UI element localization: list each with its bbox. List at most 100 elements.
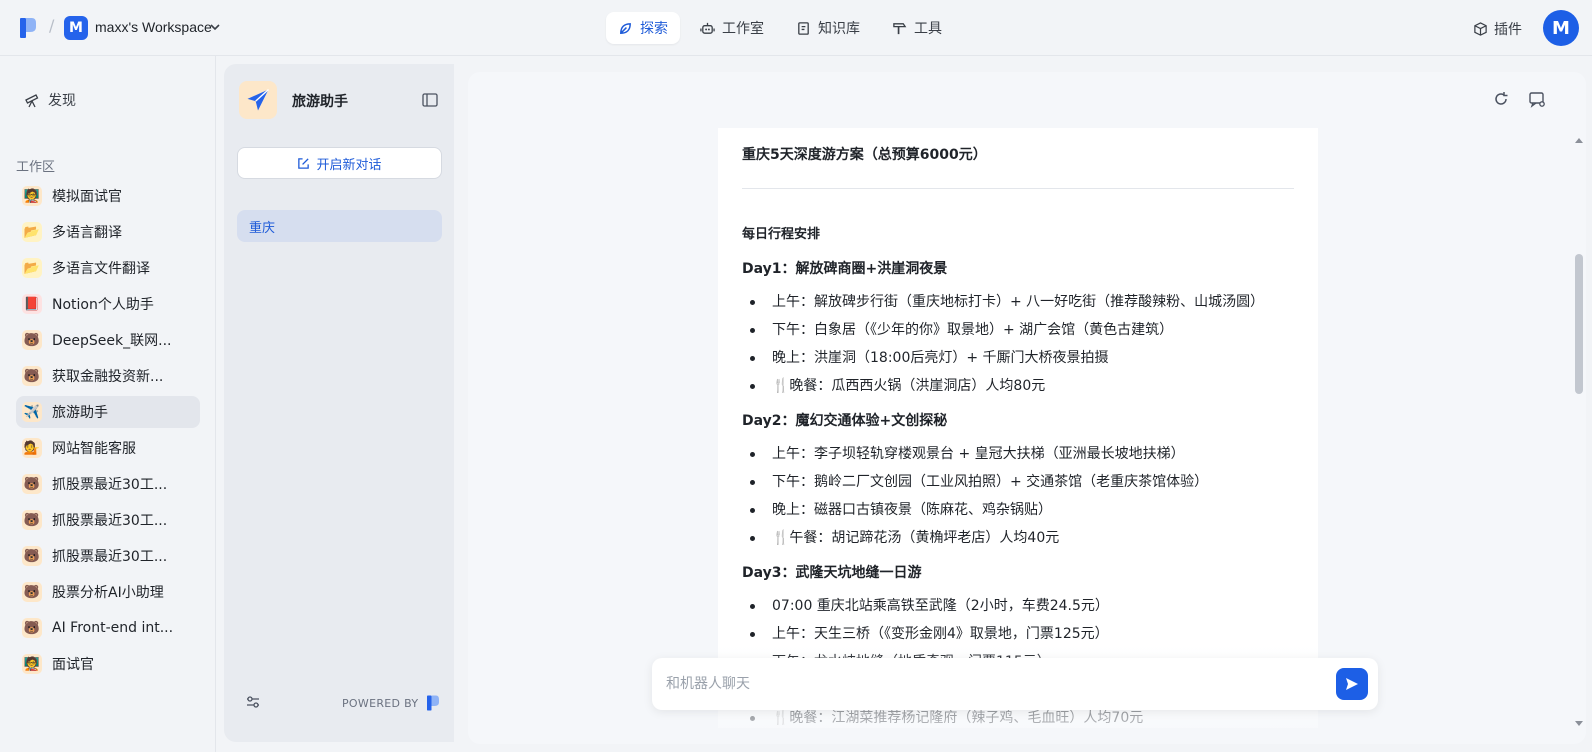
tab-tools[interactable]: 工具 — [880, 12, 954, 44]
app-icon: ✈️ — [22, 402, 42, 422]
refresh-icon[interactable] — [1492, 90, 1510, 108]
main-nav: 探索 工作室 知识库 工具 — [606, 12, 954, 44]
sidebar-item[interactable]: 📂 多语言翻译 — [16, 216, 200, 248]
app-icon: 🐻 — [22, 618, 42, 638]
leaf-icon — [620, 22, 631, 34]
tab-studio[interactable]: 工作室 — [688, 12, 776, 44]
scroll-thumb[interactable] — [1575, 254, 1583, 394]
chat-settings-icon[interactable] — [1528, 90, 1546, 108]
workspace-name[interactable]: maxx's Workspace — [95, 19, 212, 35]
itinerary-item: 🍴午餐：胡记蹄花汤（黄桷坪老店）人均40元 — [742, 524, 1294, 552]
itinerary-item: 🍴晚餐：瓜西西火锅（洪崖洞店）人均80元 — [742, 372, 1294, 400]
discover-link[interactable]: 发现 — [24, 90, 76, 110]
left-sidebar: 发现 工作区 🧑‍🏫 模拟面试官 📂 多语言翻译 📂 多语言文件翻译 📕 Notion个人助手… — [0, 56, 216, 752]
top-bar: / M maxx's Workspace 探索 工作室 知识库 工具 插件 M — [0, 0, 1592, 56]
workspace-avatar[interactable]: M — [64, 16, 88, 40]
chevron-down-icon[interactable] — [210, 22, 220, 32]
tab-knowledge[interactable]: 知识库 — [784, 12, 872, 44]
sidebar-item[interactable]: 🐻 AI Front-end int... — [16, 612, 200, 644]
app-icon: 🧑‍🏫 — [22, 186, 42, 206]
sidebar-collapse-icon[interactable] — [422, 93, 438, 107]
scroll-up-arrow[interactable] — [1575, 138, 1583, 143]
tab-explore[interactable]: 探索 — [606, 12, 680, 44]
app-icon: 🐻 — [22, 366, 42, 386]
sidebar-item[interactable]: 🐻 DeepSeek_联网... — [16, 324, 200, 356]
itinerary-item: 晚上：洪崖洞（18:00后亮灯）+ 千厮门大桥夜景拍摄 — [742, 344, 1294, 372]
sidebar-item[interactable]: ✈️ 旅游助手 — [16, 396, 200, 428]
sidebar-item-label: 旅游助手 — [52, 405, 108, 421]
sidebar-item-label: 抓股票最近30工... — [52, 513, 168, 529]
sidebar-item-label: 抓股票最近30工... — [52, 477, 168, 493]
sidebar-item[interactable]: 📂 多语言文件翻译 — [16, 252, 200, 284]
sidebar-item[interactable]: 🐻 抓股票最近30工... — [16, 540, 200, 572]
sidebar-item[interactable]: 🧑‍🏫 面试官 — [16, 648, 200, 680]
discover-label: 发现 — [48, 93, 76, 109]
book-icon — [798, 21, 809, 35]
breadcrumb-separator: / — [49, 16, 55, 35]
sidebar-item-label: 获取金融投资新... — [52, 369, 164, 385]
tab-knowledge-label: 知识库 — [818, 21, 860, 37]
new-chat-label: 开启新对话 — [316, 157, 382, 173]
app-icon: 💁 — [22, 438, 42, 458]
settings-sliders-icon[interactable] — [245, 694, 261, 710]
user-avatar[interactable]: M — [1543, 10, 1579, 46]
tab-studio-label: 工作室 — [722, 21, 764, 37]
bot-avatar — [239, 81, 277, 119]
sidebar-item-label: 股票分析AI小助理 — [52, 585, 164, 601]
itinerary-item: 晚上：磁器口古镇夜景（陈麻花、鸡杂锅贴） — [742, 496, 1294, 524]
chat-toolbar — [1492, 90, 1546, 108]
app-icon: 📂 — [22, 258, 42, 278]
message-divider — [742, 188, 1294, 189]
workspace-section-label: 工作区 — [16, 160, 56, 175]
tab-tools-label: 工具 — [914, 21, 942, 37]
send-icon — [1346, 678, 1358, 690]
sidebar-item-label: 多语言翻译 — [52, 225, 122, 241]
sidebar-item-label: 网站智能客服 — [52, 441, 136, 457]
app-icon: 🐻 — [22, 546, 42, 566]
sidebar-item[interactable]: 🐻 获取金融投资新... — [16, 360, 200, 392]
chat-scrollbar[interactable] — [1572, 132, 1586, 732]
sidebar-item[interactable]: 📕 Notion个人助手 — [16, 288, 200, 320]
chat-area: 重庆5天深度游方案（总预算6000元） 每日行程安排 Day1：解放碑商圈+洪崖… — [468, 72, 1586, 744]
new-chat-button[interactable]: 开启新对话 — [237, 147, 442, 179]
conversation-item[interactable]: 重庆 — [237, 210, 442, 242]
sidebar-item[interactable]: 💁 网站智能客服 — [16, 432, 200, 464]
assistant-message: 重庆5天深度游方案（总预算6000元） 每日行程安排 Day1：解放碑商圈+洪崖… — [718, 128, 1318, 728]
hammer-icon — [893, 22, 907, 34]
day-heading: Day1：解放碑商圈+洪崖洞夜景 — [742, 261, 948, 277]
day-item-list: 上午：解放碑步行街（重庆地标打卡）+ 八一好吃街（推荐酸辣粉、山城汤圆） 下午：白… — [742, 288, 1294, 400]
app-icon: 🧑‍🏫 — [22, 654, 42, 674]
app-icon: 📕 — [22, 294, 42, 314]
itinerary-item: 下午：鹅岭二厂文创园（工业风拍照）+ 交通茶馆（老重庆茶馆体验） — [742, 468, 1294, 496]
plugin-label: 插件 — [1494, 22, 1522, 38]
sidebar-item[interactable]: 🐻 股票分析AI小助理 — [16, 576, 200, 608]
day-heading: Day2：魔幻交通体验+文创探秘 — [742, 413, 948, 429]
powered-by: POWERED BY — [342, 694, 442, 712]
itinerary-item: 07:00 重庆北站乘高铁至武隆（2小时，车费24.5元） — [742, 592, 1294, 620]
sidebar-item-label: 面试官 — [52, 657, 94, 673]
robot-icon — [700, 22, 715, 34]
app-logo-icon[interactable] — [18, 16, 38, 40]
workspace-app-list: 🧑‍🏫 模拟面试官 📂 多语言翻译 📂 多语言文件翻译 📕 Notion个人助手 🐻 DeepSe… — [16, 180, 200, 684]
sidebar-item[interactable]: 🧑‍🏫 模拟面试官 — [16, 180, 200, 212]
airplane-icon — [247, 88, 269, 111]
sidebar-item[interactable]: 🐻 抓股票最近30工... — [16, 468, 200, 500]
app-icon: 🐻 — [22, 474, 42, 494]
sidebar-item-label: 模拟面试官 — [52, 189, 122, 205]
app-icon: 🐻 — [22, 582, 42, 602]
sidebar-item-label: 多语言文件翻译 — [52, 261, 150, 277]
chat-input[interactable] — [666, 672, 1306, 696]
sidebar-item-label: DeepSeek_联网... — [52, 333, 172, 349]
scroll-down-arrow[interactable] — [1575, 721, 1583, 726]
sidebar-item-label: Notion个人助手 — [52, 297, 154, 313]
powered-by-label: POWERED BY — [342, 696, 419, 710]
telescope-icon — [25, 94, 39, 108]
app-icon: 🐻 — [22, 330, 42, 350]
cube-icon — [1474, 21, 1487, 36]
send-button[interactable] — [1336, 668, 1368, 700]
itinerary-item: 下午：白象居（《少年的你》取景地）+ 湖广会馆（黄色古建筑） — [742, 316, 1294, 344]
sidebar-item[interactable]: 🐻 抓股票最近30工... — [16, 504, 200, 536]
app-icon: 📂 — [22, 222, 42, 242]
plugin-button[interactable]: 插件 — [1473, 19, 1522, 39]
itinerary-item: 上午：解放碑步行街（重庆地标打卡）+ 八一好吃街（推荐酸辣粉、山城汤圆） — [742, 288, 1294, 316]
